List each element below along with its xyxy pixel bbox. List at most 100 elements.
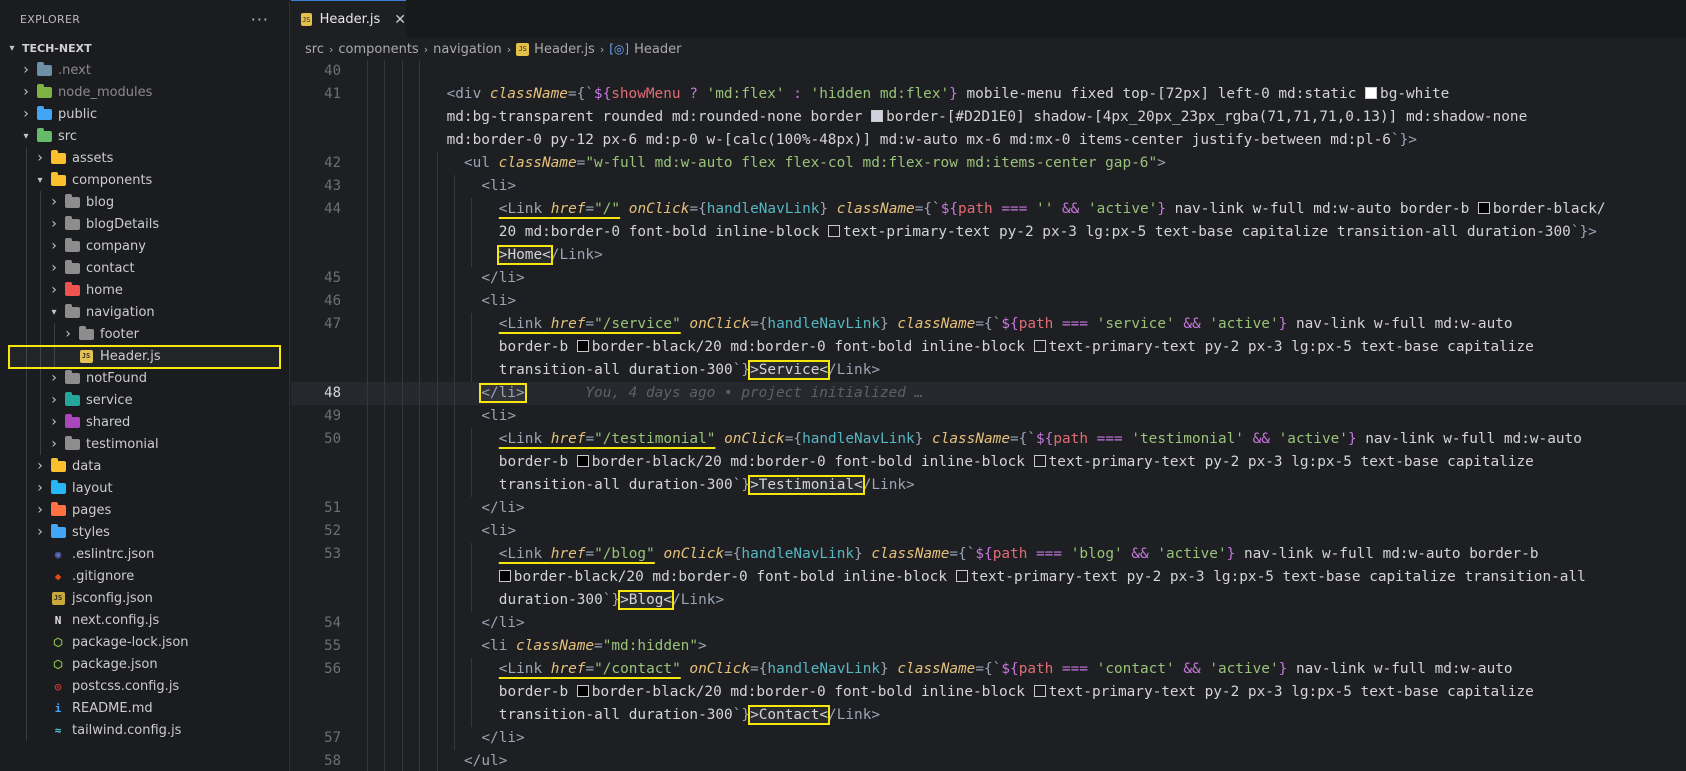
- tree-folder[interactable]: ▾ src: [0, 125, 289, 147]
- indent-guide: [26, 719, 27, 741]
- code-line: 48 </li> You, 4 days ago • project initia…: [291, 382, 1686, 405]
- chevron-right-icon: ›: [37, 502, 43, 518]
- code-token: md:bg-transparent rounded md:rounded-non…: [446, 109, 872, 125]
- tree-folder[interactable]: › .next: [0, 59, 289, 81]
- chevron-down-icon: ▾: [9, 42, 15, 54]
- tree-folder[interactable]: › blog: [0, 191, 289, 213]
- project-root[interactable]: ▾ TECH-NEXT: [0, 37, 289, 59]
- folder-shape: [64, 237, 80, 252]
- tab-header-js[interactable]: JS Header.js ✕: [291, 0, 406, 38]
- indent-guide: [419, 83, 421, 106]
- code-text: </li> You, 4 days ago • project initiali…: [479, 382, 923, 405]
- code-token: &&: [1174, 661, 1210, 677]
- folder-icon: [64, 303, 80, 319]
- service-folder-icon: [64, 391, 80, 407]
- breadcrumb-components[interactable]: components: [338, 42, 418, 57]
- code-token: href: [550, 661, 586, 677]
- code-token: ={`: [975, 661, 1002, 677]
- breadcrumb-navigation[interactable]: navigation: [433, 42, 502, 57]
- indent-guide: [401, 60, 403, 83]
- code-editor[interactable]: 40 41 <div className={`${showMenu ? 'md:fl…: [291, 60, 1686, 771]
- code-token: ={`: [949, 546, 976, 562]
- breadcrumb: src › components › navigation › JS Heade…: [305, 38, 681, 60]
- tree-folder[interactable]: › layout: [0, 477, 289, 499]
- tree-item-label: company: [86, 238, 146, 254]
- indent-guide: [471, 221, 473, 244]
- code-token: }: [1157, 201, 1166, 217]
- tree-folder[interactable]: ▾ navigation: [0, 301, 289, 323]
- tree-item-label: home: [86, 282, 123, 298]
- indent-guide: [367, 359, 368, 382]
- code-token: href: [550, 431, 586, 447]
- assets-folder-icon: [50, 149, 66, 165]
- code-token: =: [585, 661, 595, 677]
- code-token: path: [1018, 316, 1054, 332]
- tree-folder[interactable]: › pages: [0, 499, 289, 521]
- code-token: ?: [680, 86, 707, 102]
- code-line: 49 <li>: [291, 405, 1686, 428]
- tree-file[interactable]: ◆ .gitignore: [0, 565, 289, 587]
- code-line: transition-all duration-300`}>Contact</L…: [291, 704, 1686, 727]
- tree-folder[interactable]: › home: [0, 279, 289, 301]
- code-token: className: [498, 155, 577, 171]
- indent-guide: [384, 267, 386, 290]
- folder-icon: [64, 435, 80, 451]
- indent-guide: [419, 451, 421, 474]
- tree-folder[interactable]: › testimonial: [0, 433, 289, 455]
- tree-file[interactable]: ⬡ package-lock.json: [0, 631, 289, 653]
- tree-file[interactable]: ⬡ package.json: [0, 653, 289, 675]
- breadcrumb-file[interactable]: Header.js: [534, 42, 595, 57]
- tree-file[interactable]: ≈ tailwind.config.js: [0, 719, 289, 741]
- tree-folder[interactable]: › notFound: [0, 367, 289, 389]
- tree-folder[interactable]: › service: [0, 389, 289, 411]
- indent-guide: [367, 244, 368, 267]
- tree-folder[interactable]: › contact: [0, 257, 289, 279]
- code-token: onClick: [724, 431, 785, 447]
- indent-guide: [419, 635, 421, 658]
- tree-folder[interactable]: › node_modules: [0, 81, 289, 103]
- tree-folder[interactable]: ▾ components: [0, 169, 289, 191]
- indent-guide: [384, 336, 386, 359]
- indent-guide: [454, 612, 455, 635]
- tree-folder[interactable]: › assets: [0, 147, 289, 169]
- code-token: className: [516, 638, 595, 654]
- breadcrumb-src[interactable]: src: [305, 42, 324, 57]
- tree-folder[interactable]: › blogDetails: [0, 213, 289, 235]
- tree-folder[interactable]: › public: [0, 103, 289, 125]
- code-token: 'active': [1209, 661, 1279, 677]
- tree-folder[interactable]: › styles: [0, 521, 289, 543]
- indent-guide: [436, 750, 438, 771]
- indent-guide: [384, 405, 386, 428]
- folder-shape: [64, 369, 80, 384]
- more-actions-icon[interactable]: ···: [251, 10, 269, 29]
- tree-file[interactable]: Nnext.config.js: [0, 609, 289, 631]
- indent-guide: [40, 191, 41, 213]
- chevron-down-icon: ▾: [51, 306, 57, 318]
- file-badge: JS: [51, 591, 65, 605]
- tree-folder[interactable]: › footer: [0, 323, 289, 345]
- indent-guide: [26, 147, 27, 169]
- tree-folder[interactable]: › data: [0, 455, 289, 477]
- tree-file[interactable]: ◎ postcss.config.js: [0, 675, 289, 697]
- indent-guide: [367, 543, 368, 566]
- file-badge: ◉: [54, 547, 62, 561]
- indent-guide: [454, 543, 455, 566]
- tree-folder[interactable]: › shared: [0, 411, 289, 433]
- code-token: handleNavLink: [802, 431, 915, 447]
- code-token: text-primary-text py-2 px-3 lg:px-5 text…: [843, 224, 1571, 240]
- tree-folder[interactable]: › company: [0, 235, 289, 257]
- indent-guide: [54, 323, 55, 345]
- code-text: <Link href="/contact" onClick={handleNav…: [499, 658, 1513, 681]
- indent-guide: [401, 83, 403, 106]
- code-token: </li>: [479, 383, 527, 403]
- tree-file[interactable]: i README.md: [0, 697, 289, 719]
- line-number: 43: [324, 178, 341, 194]
- breadcrumb-symbol[interactable]: Header: [634, 42, 681, 57]
- code-text: <li className="md:hidden">: [481, 635, 706, 658]
- code-token: handleNavLink: [767, 661, 881, 677]
- tree-file[interactable]: ◉ .eslintrc.json: [0, 543, 289, 565]
- tree-item-label: notFound: [86, 370, 147, 386]
- close-icon[interactable]: ✕: [394, 12, 406, 28]
- code-token: }: [854, 546, 872, 562]
- tree-file[interactable]: JS jsconfig.json: [0, 587, 289, 609]
